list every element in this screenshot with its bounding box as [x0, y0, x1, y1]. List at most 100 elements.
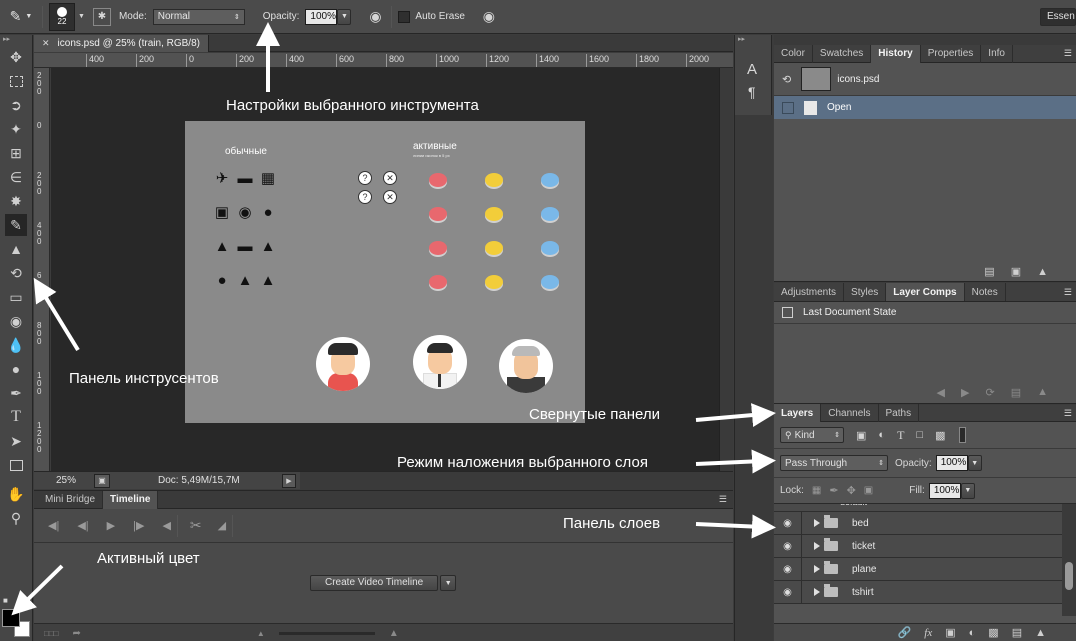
- history-brush-source-checkbox[interactable]: [782, 101, 794, 114]
- new-group-icon[interactable]: ▩: [988, 626, 998, 639]
- tab-swatches[interactable]: Swatches: [813, 44, 872, 63]
- status-menu-arrow-icon[interactable]: ▶: [282, 473, 296, 488]
- frames-icon[interactable]: □□□: [44, 629, 59, 638]
- brush-tool-icon[interactable]: ✎: [5, 214, 27, 236]
- tab-properties[interactable]: Properties: [921, 44, 982, 63]
- create-video-timeline-button[interactable]: Create Video Timeline: [310, 575, 439, 591]
- dodge-tool-icon[interactable]: ●: [5, 358, 27, 380]
- hand-tool-icon[interactable]: ✋: [5, 483, 27, 505]
- eye-visibility-icon[interactable]: ◉: [774, 557, 802, 581]
- expand-triangle-icon[interactable]: [814, 542, 820, 550]
- tab-layers[interactable]: Layers: [774, 404, 822, 422]
- clone-stamp-tool-icon[interactable]: ▲: [5, 238, 27, 260]
- opacity-value[interactable]: 100%: [305, 8, 338, 25]
- pressure-size-icon[interactable]: ◉: [479, 7, 499, 27]
- layer-row[interactable]: ◉ bed: [774, 511, 1062, 535]
- paint-bucket-tool-icon[interactable]: ◉: [5, 310, 27, 332]
- first-frame-icon[interactable]: ◀|: [48, 519, 59, 532]
- new-document-from-state-icon[interactable]: ▤: [984, 265, 994, 278]
- zoom-in-icon[interactable]: ▲: [389, 628, 399, 639]
- layer-mask-icon[interactable]: ▣: [945, 626, 955, 639]
- panel-menu-icon[interactable]: ☰: [1064, 48, 1072, 59]
- zoom-level[interactable]: 25%: [34, 475, 94, 486]
- eye-visibility-icon[interactable]: ◉: [774, 580, 802, 604]
- lasso-tool-icon[interactable]: ➲: [5, 94, 27, 116]
- tab-styles[interactable]: Styles: [844, 283, 887, 301]
- layer-row[interactable]: ◉ plane: [774, 557, 1062, 581]
- pressure-opacity-icon[interactable]: ◉: [365, 7, 385, 27]
- lock-all-icon[interactable]: ▣: [864, 485, 873, 496]
- tools-panel-collapse-icon[interactable]: ▸▸: [0, 35, 32, 45]
- tab-channels[interactable]: Channels: [821, 404, 879, 422]
- layer-opacity-value[interactable]: 100%: [935, 455, 968, 471]
- timeline-zoom-slider[interactable]: [278, 631, 375, 635]
- layer-opacity-dropdown-icon[interactable]: ▼: [967, 455, 982, 471]
- vertical-scrollbar[interactable]: [719, 68, 733, 471]
- tab-adjustments[interactable]: Adjustments: [774, 283, 845, 301]
- tab-notes[interactable]: Notes: [965, 283, 1006, 301]
- update-comp-icon[interactable]: ⟳: [985, 386, 994, 399]
- opacity-dropdown-icon[interactable]: ▼: [337, 8, 352, 25]
- filter-toggle-icon[interactable]: [959, 427, 967, 443]
- trash-icon[interactable]: ▲: [1035, 627, 1046, 639]
- history-snapshot-row[interactable]: ⟲ icons.psd: [774, 63, 1076, 96]
- filter-pixel-icon[interactable]: ▣: [856, 429, 866, 442]
- brush-tool-preset-icon[interactable]: ✎ ▼: [6, 4, 36, 30]
- lock-pixels-icon[interactable]: ✒: [829, 484, 838, 497]
- expand-triangle-icon[interactable]: [814, 565, 820, 573]
- layer-row[interactable]: ◉ tshirt: [774, 580, 1062, 604]
- foreground-color-swatch[interactable]: [2, 609, 20, 627]
- auto-erase-checkbox[interactable]: [398, 10, 411, 23]
- eraser-tool-icon[interactable]: ▭: [5, 286, 27, 308]
- brush-size-dropdown-icon[interactable]: ▼: [78, 13, 85, 20]
- next-comp-icon[interactable]: ▶: [961, 386, 969, 399]
- new-layer-icon[interactable]: ▤: [1012, 626, 1022, 639]
- swap-colors-icon[interactable]: ↶: [18, 593, 26, 604]
- filter-type-icon[interactable]: T: [897, 428, 904, 443]
- filter-kind-select[interactable]: ⚲ Kind ⇕: [780, 427, 844, 443]
- path-selection-tool-icon[interactable]: ➤: [5, 430, 27, 452]
- move-tool-icon[interactable]: ✥: [5, 46, 27, 68]
- layer-comp-row[interactable]: Last Document State: [774, 302, 1076, 324]
- character-panel-icon[interactable]: A: [747, 61, 771, 78]
- tab-timeline[interactable]: Timeline: [103, 490, 159, 509]
- layers-scrollbar-thumb[interactable]: [1065, 562, 1073, 590]
- adjustment-layer-icon[interactable]: ◐: [969, 627, 976, 639]
- filter-smart-object-icon[interactable]: ▩: [935, 429, 945, 442]
- layers-scrollbar[interactable]: [1062, 504, 1076, 616]
- trash-icon[interactable]: ▲: [1037, 386, 1048, 398]
- pen-tool-icon[interactable]: ✒: [5, 382, 27, 404]
- audio-icon[interactable]: ◀: [162, 519, 170, 532]
- tab-info[interactable]: Info: [981, 44, 1013, 63]
- transition-icon[interactable]: ◢: [218, 519, 226, 532]
- link-layers-icon[interactable]: 🔗: [898, 626, 912, 639]
- eyedropper-tool-icon[interactable]: ∈: [5, 166, 27, 188]
- shape-tool-icon[interactable]: [5, 454, 27, 476]
- next-frame-icon[interactable]: |▶: [133, 519, 144, 532]
- trash-icon[interactable]: ▲: [1037, 266, 1048, 278]
- eye-visibility-icon[interactable]: ◉: [774, 511, 802, 535]
- layer-row[interactable]: ◉ ticket: [774, 534, 1062, 558]
- history-brush-source-icon[interactable]: ⟲: [782, 73, 791, 86]
- new-comp-icon[interactable]: ▤: [1011, 386, 1021, 399]
- create-timeline-dropdown-icon[interactable]: ▼: [440, 575, 457, 591]
- expand-triangle-icon[interactable]: [814, 588, 820, 596]
- previous-comp-icon[interactable]: ◀: [937, 386, 945, 399]
- brush-panel-toggle-icon[interactable]: ✱: [92, 7, 111, 26]
- filter-shape-icon[interactable]: □: [916, 429, 923, 441]
- camera-icon[interactable]: ▣: [1011, 265, 1021, 278]
- panel-menu-icon[interactable]: ☰: [1064, 287, 1072, 298]
- brush-size-picker[interactable]: 22: [49, 2, 75, 31]
- mode-select[interactable]: Normal ⇕: [152, 8, 245, 25]
- blur-tool-icon[interactable]: 💧: [5, 334, 27, 356]
- status-export-icon[interactable]: ▣: [94, 473, 110, 488]
- panel-menu-icon[interactable]: ☰: [1064, 408, 1072, 419]
- lock-position-icon[interactable]: ✥: [847, 484, 856, 497]
- convert-icon[interactable]: ➦: [73, 628, 81, 639]
- panel-menu-icon[interactable]: ☰: [719, 494, 727, 505]
- tab-color[interactable]: Color: [774, 44, 813, 63]
- opacity-field[interactable]: 100% ▼: [305, 8, 352, 25]
- history-state-row[interactable]: Open: [774, 96, 1076, 119]
- fill-dropdown-icon[interactable]: ▼: [960, 482, 975, 499]
- paragraph-panel-icon[interactable]: ¶: [748, 84, 771, 100]
